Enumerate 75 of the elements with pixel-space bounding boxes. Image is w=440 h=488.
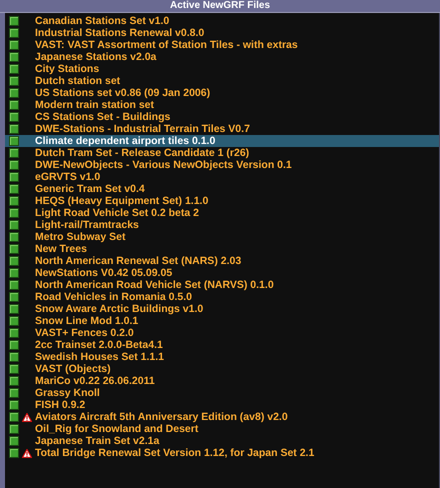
- list-item[interactable]: US Stations set v0.86 (09 Jan 2006): [5, 87, 439, 99]
- list-item[interactable]: Dutch station set: [5, 75, 439, 87]
- status-square-icon: [9, 208, 19, 218]
- status-square-icon: [9, 64, 19, 74]
- status-square-icon: [9, 16, 19, 26]
- status-square-icon: [9, 292, 19, 302]
- status-square-icon: [9, 340, 19, 350]
- status-square-icon: [9, 280, 19, 290]
- status-square-icon: [9, 412, 19, 422]
- list-item[interactable]: DWE-NewObjects - Various NewObjects Version 0.1: [5, 159, 439, 171]
- list-item[interactable]: HEQS (Heavy Equipment Set) 1.1.0: [5, 195, 439, 207]
- status-square-icon: [9, 436, 19, 446]
- list-item[interactable]: VAST: VAST Assortment of Station Tiles - with extras: [5, 39, 439, 51]
- status-square-icon: [9, 244, 19, 254]
- status-square-icon: [9, 124, 19, 134]
- list-item[interactable]: Light Road Vehicle Set 0.2 beta 2: [5, 207, 439, 219]
- list-item[interactable]: Canadian Stations Set v1.0: [5, 15, 439, 27]
- status-square-icon: [9, 160, 19, 170]
- status-square-icon: [9, 112, 19, 122]
- status-square-icon: [9, 28, 19, 38]
- status-square-icon: [9, 364, 19, 374]
- status-square-icon: [9, 148, 19, 158]
- status-square-icon: [9, 376, 19, 386]
- list-item[interactable]: Light-rail/Tramtracks: [5, 219, 439, 231]
- status-square-icon: [9, 256, 19, 266]
- list-item[interactable]: City Stations: [5, 63, 439, 75]
- list-item[interactable]: Oil_Rig for Snowland and Desert: [5, 423, 439, 435]
- status-square-icon: [9, 40, 19, 50]
- list-item[interactable]: North American Renewal Set (NARS) 2.03: [5, 255, 439, 267]
- list-item[interactable]: FISH 0.9.2: [5, 399, 439, 411]
- status-square-icon: [9, 220, 19, 230]
- status-square-icon: [9, 424, 19, 434]
- status-square-icon: [9, 52, 19, 62]
- status-square-icon: [9, 304, 19, 314]
- status-square-icon: [9, 88, 19, 98]
- list-item[interactable]: 2cc Trainset 2.0.0-Beta4.1: [5, 339, 439, 351]
- list-item[interactable]: Japanese Stations v2.0a: [5, 51, 439, 63]
- status-square-icon: [9, 400, 19, 410]
- list-item[interactable]: Swedish Houses Set 1.1.1: [5, 351, 439, 363]
- list-item[interactable]: Metro Subway Set: [5, 231, 439, 243]
- list-item[interactable]: Total Bridge Renewal Set Version 1.12, for Japan Set 2.1: [5, 447, 439, 459]
- list-item[interactable]: MariCo v0.22 26.06.2011: [5, 375, 439, 387]
- list-item[interactable]: Grassy Knoll: [5, 387, 439, 399]
- status-square-icon: [9, 268, 19, 278]
- list-item[interactable]: Aviators Aircraft 5th Anniversary Edition (av8) v2.0: [5, 411, 439, 423]
- list-item[interactable]: VAST+ Fences 0.2.0: [5, 327, 439, 339]
- list-item[interactable]: Road Vehicles in Romania 0.5.0: [5, 291, 439, 303]
- status-square-icon: [9, 100, 19, 110]
- list-item[interactable]: CS Stations Set - Buildings: [5, 111, 439, 123]
- status-square-icon: [9, 232, 19, 242]
- list-item[interactable]: Generic Tram Set v0.4: [5, 183, 439, 195]
- status-square-icon: [9, 316, 19, 326]
- status-square-icon: [9, 328, 19, 338]
- list-item[interactable]: eGRVTS v1.0: [5, 171, 439, 183]
- list-item[interactable]: Modern train station set: [5, 99, 439, 111]
- status-square-icon: [9, 388, 19, 398]
- status-square-icon: [9, 76, 19, 86]
- list-item[interactable]: Dutch Tram Set - Release Candidate 1 (r26): [5, 147, 439, 159]
- list-item[interactable]: Snow Line Mod 1.0.1: [5, 315, 439, 327]
- status-square-icon: [9, 184, 19, 194]
- status-square-icon: [9, 136, 19, 146]
- list-item[interactable]: DWE-Stations - Industrial Terrain Tiles V0.7: [5, 123, 439, 135]
- list-item[interactable]: VAST (Objects): [5, 363, 439, 375]
- window-title: Active NewGRF Files: [0, 0, 440, 13]
- status-square-icon: [9, 196, 19, 206]
- list-item[interactable]: Climate dependent airport tiles 0.1.0: [5, 135, 439, 147]
- status-square-icon: [9, 448, 19, 458]
- status-square-icon: [9, 352, 19, 362]
- list-item[interactable]: Industrial Stations Renewal v0.8.0: [5, 27, 439, 39]
- list-item[interactable]: Snow Aware Arctic Buildings v1.0: [5, 303, 439, 315]
- list-item[interactable]: NewStations V0.42 05.09.05: [5, 267, 439, 279]
- status-square-icon: [9, 172, 19, 182]
- list-item[interactable]: New Trees: [5, 243, 439, 255]
- list-item[interactable]: North American Road Vehicle Set (NARVS) 0.1.0: [5, 279, 439, 291]
- list-item[interactable]: Japanese Train Set v2.1a: [5, 435, 439, 447]
